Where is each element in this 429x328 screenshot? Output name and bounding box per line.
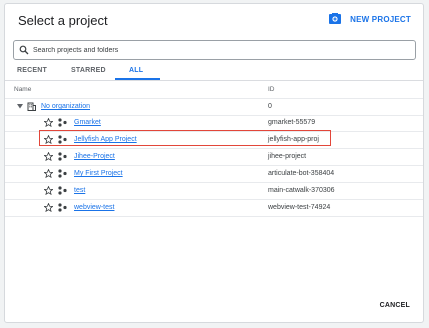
search-input[interactable] xyxy=(33,46,403,54)
organization-icon xyxy=(27,102,36,111)
project-row[interactable]: webview-test webview-test-74924 xyxy=(5,200,423,217)
select-project-dialog: Select a project NEW PROJECT RECENT STAR… xyxy=(4,3,424,323)
star-icon[interactable] xyxy=(44,152,53,161)
org-id: 0 xyxy=(268,103,272,110)
project-row[interactable]: Jihee-Project jihee-project xyxy=(5,149,423,166)
project-icon xyxy=(58,135,67,144)
tab-starred[interactable]: STARRED xyxy=(71,67,106,74)
column-header-name: Name xyxy=(14,86,32,93)
org-name-link[interactable]: No organization xyxy=(41,103,90,110)
star-icon[interactable] xyxy=(44,186,53,195)
search-icon xyxy=(19,45,29,55)
project-id: jihee-project xyxy=(268,153,307,160)
project-id: gmarket-55579 xyxy=(268,119,316,126)
star-icon[interactable] xyxy=(44,203,53,212)
tab-recent[interactable]: RECENT xyxy=(17,67,47,74)
cancel-button[interactable]: CANCEL xyxy=(380,302,410,309)
project-icon xyxy=(58,118,67,127)
tab-all[interactable]: ALL xyxy=(129,67,143,74)
project-name-link[interactable]: test xyxy=(74,187,85,194)
new-project-icon xyxy=(329,13,342,24)
project-name-link[interactable]: Jihee-Project xyxy=(74,153,115,160)
project-id: articulate-bot-358404 xyxy=(268,170,335,177)
project-row[interactable]: test main-catwalk-370306 xyxy=(5,183,423,200)
dialog-title: Select a project xyxy=(18,13,108,28)
project-name-link[interactable]: webview-test xyxy=(74,204,114,211)
project-id: webview-test-74924 xyxy=(268,204,331,211)
new-project-button[interactable]: NEW PROJECT xyxy=(328,12,411,26)
star-icon[interactable] xyxy=(44,135,53,144)
star-icon[interactable] xyxy=(44,118,53,127)
search-box[interactable] xyxy=(13,40,416,60)
project-row[interactable]: Gmarket gmarket-55579 xyxy=(5,115,423,132)
active-tab-indicator xyxy=(115,78,160,80)
project-name-link[interactable]: Jellyfish App Project xyxy=(74,136,137,143)
project-name-link[interactable]: Gmarket xyxy=(74,119,101,126)
project-icon xyxy=(58,152,67,161)
project-id: main-catwalk-370306 xyxy=(268,187,335,194)
project-id: jellyfish-app-proj xyxy=(268,136,319,143)
project-row[interactable]: Jellyfish App Project jellyfish-app-proj xyxy=(5,132,423,149)
project-icon xyxy=(58,186,67,195)
tab-bar: RECENT STARRED ALL xyxy=(5,64,423,81)
new-project-label: NEW PROJECT xyxy=(350,14,411,24)
project-icon xyxy=(58,203,67,212)
project-name-link[interactable]: My First Project xyxy=(74,170,123,177)
project-row[interactable]: My First Project articulate-bot-358404 xyxy=(5,166,423,183)
org-row[interactable]: No organization 0 xyxy=(5,99,423,116)
project-icon xyxy=(58,169,67,178)
star-icon[interactable] xyxy=(44,169,53,178)
column-header-id: ID xyxy=(268,86,275,93)
caret-down-icon[interactable] xyxy=(17,104,23,109)
